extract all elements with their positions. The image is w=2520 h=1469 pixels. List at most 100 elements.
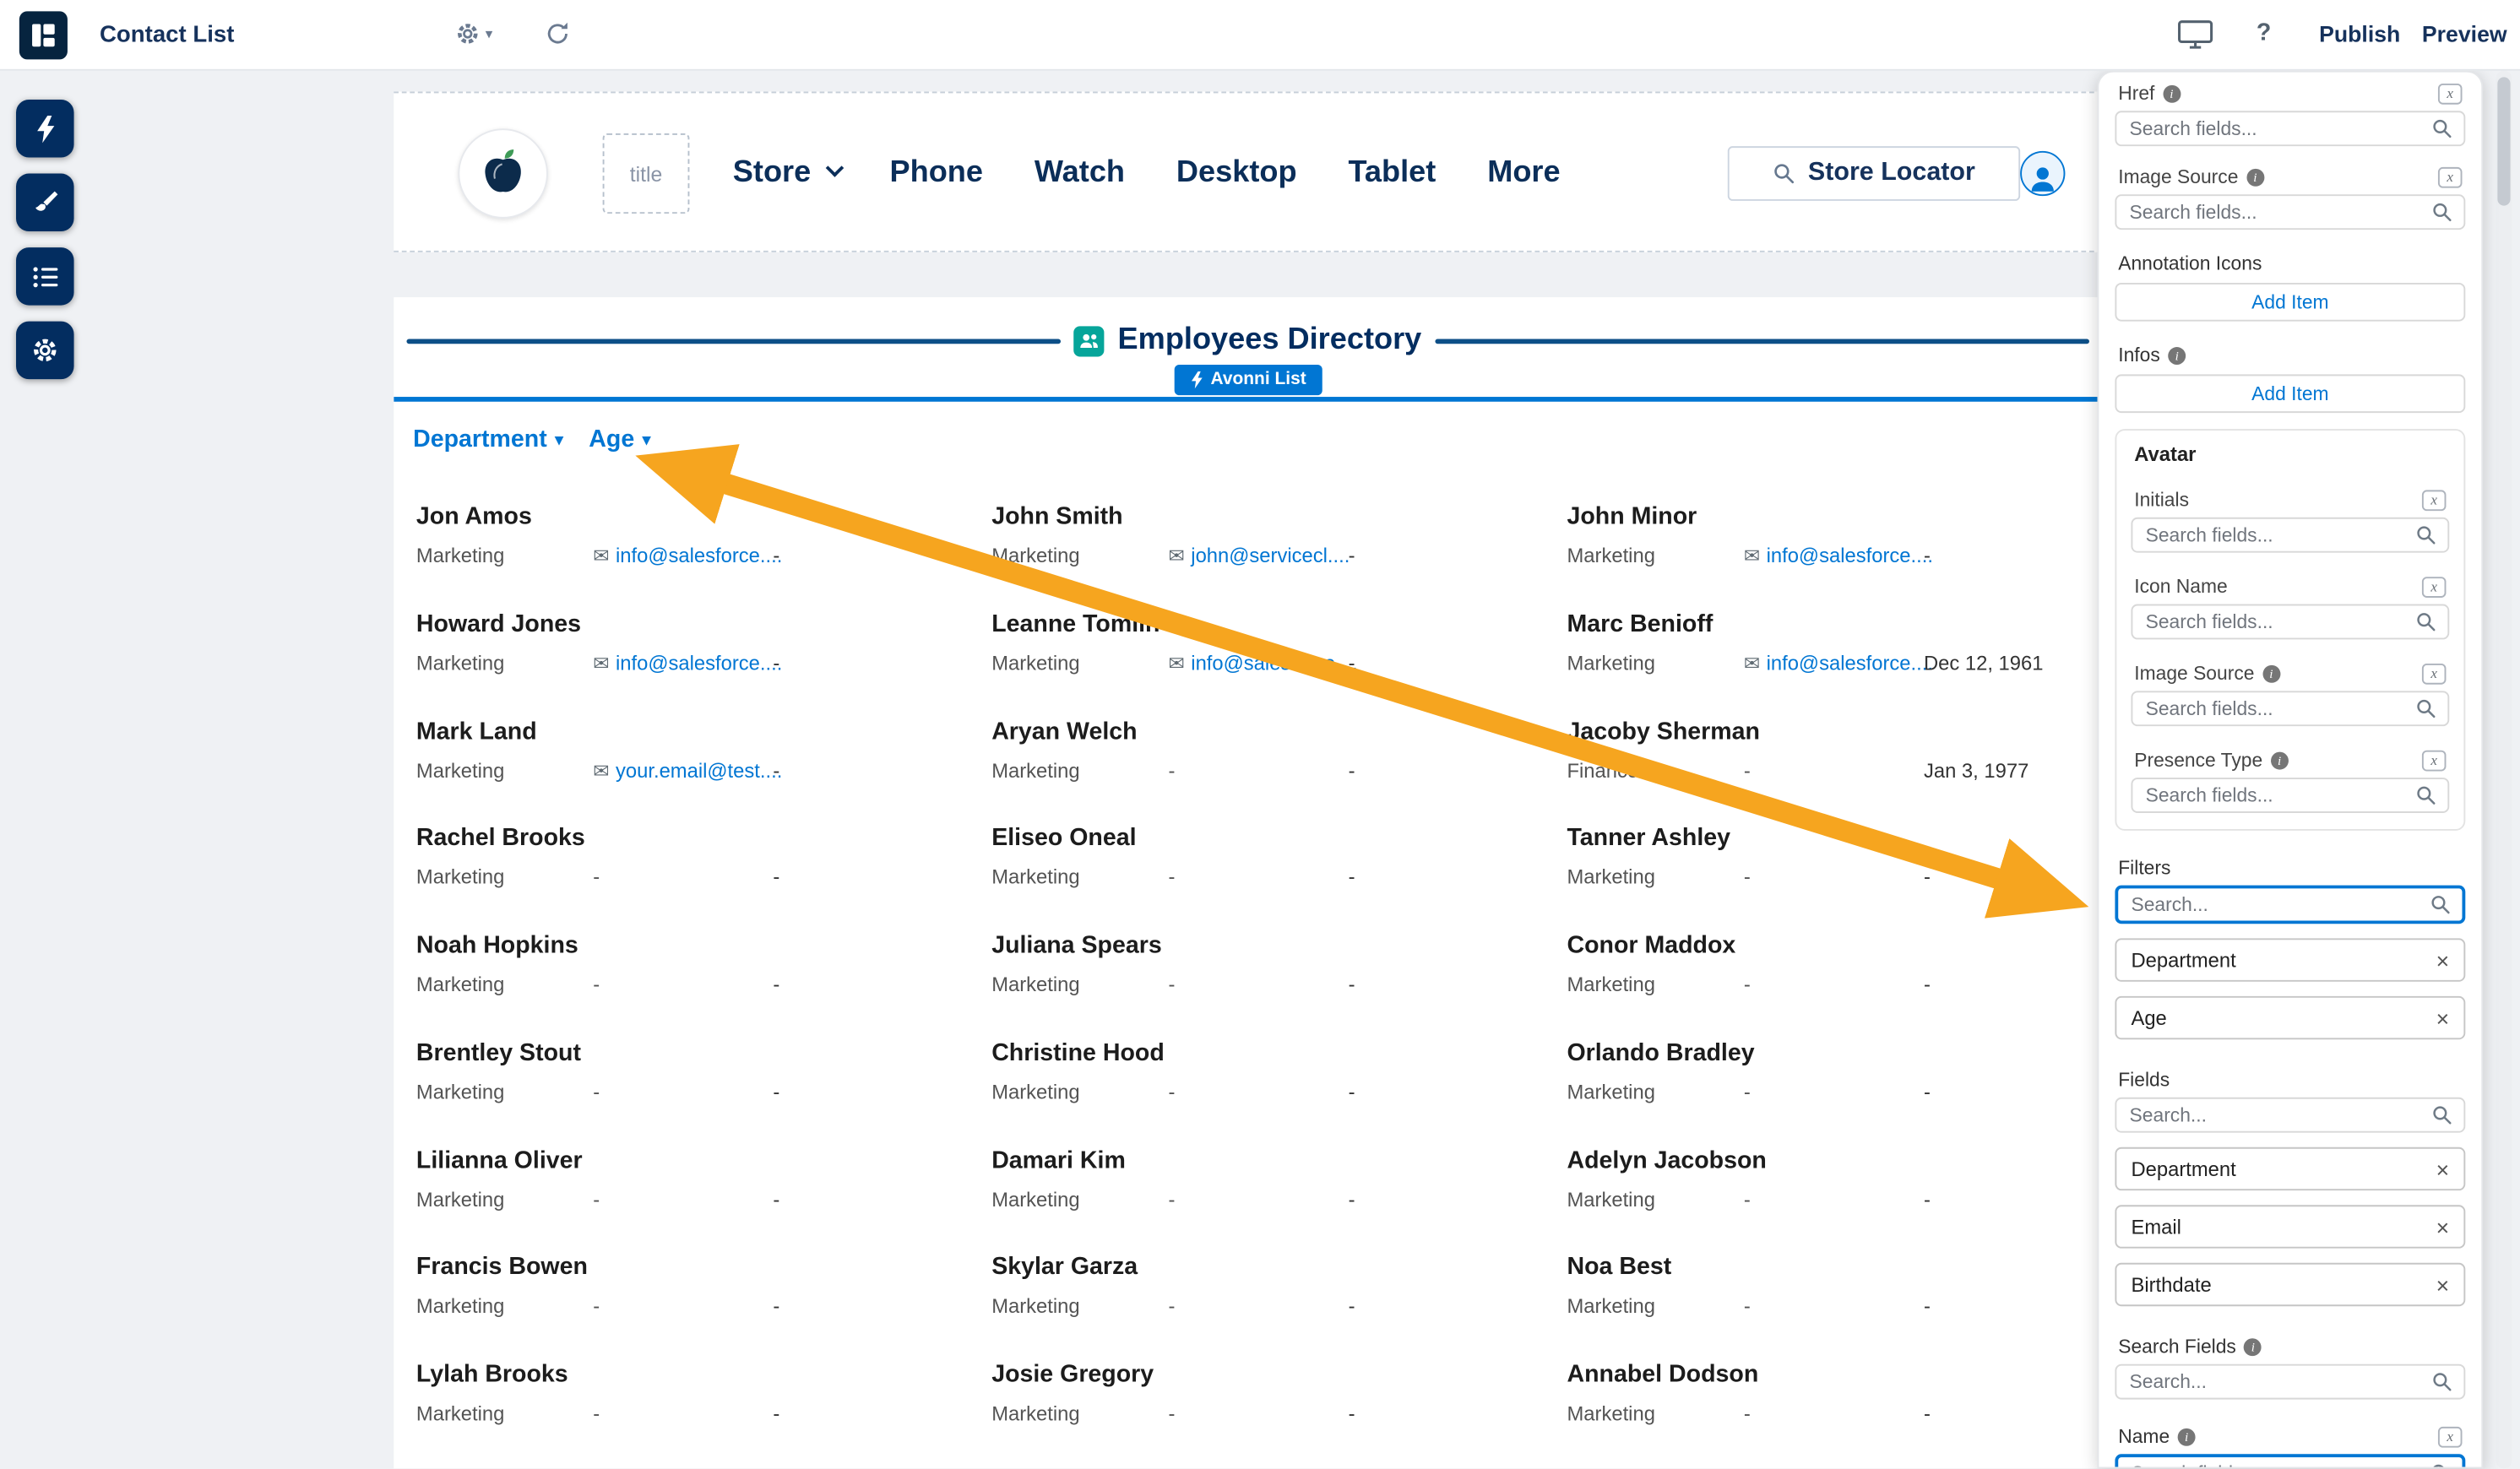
expression-icon[interactable]: x [2422, 750, 2447, 771]
href-field-row: Href i x [2115, 82, 2465, 105]
filter-chip[interactable]: Age × [2115, 996, 2465, 1039]
remove-icon[interactable]: × [2436, 1273, 2450, 1296]
employee-field3: - [1349, 972, 1567, 997]
nav-item[interactable]: Watch [1024, 156, 1134, 192]
page-structure-button[interactable] [16, 247, 74, 306]
presence-type-input[interactable] [2132, 779, 2447, 811]
employee-name: Howard Jones [416, 609, 991, 639]
expression-icon[interactable]: x [2438, 166, 2463, 187]
remove-icon[interactable]: × [2436, 1006, 2450, 1029]
filter-chip[interactable]: Department × [2115, 938, 2465, 981]
nav-item[interactable]: More [1478, 156, 1570, 192]
email-link[interactable]: info@salesforce.... [1767, 650, 1933, 675]
employee-card: Lilianna Oliver Marketing - - [416, 1145, 991, 1252]
employee-name: Conor Maddox [1567, 930, 2102, 961]
store-locator-button[interactable]: Store Locator [1728, 146, 2020, 201]
avatar-title: Avatar [2134, 443, 2196, 466]
avatar-image-source-input-wrap [2131, 691, 2449, 726]
info-icon[interactable]: i [2262, 664, 2280, 682]
envelope-icon: ✉ [593, 757, 609, 783]
avatar-image-source-input[interactable] [2132, 692, 2447, 724]
refresh-button[interactable] [545, 21, 570, 46]
filters-search-input[interactable] [2118, 888, 2462, 920]
employee-department: Marketing [991, 1079, 1168, 1104]
employee-field3: - [773, 757, 991, 783]
device-preview-button[interactable] [2178, 19, 2213, 50]
employee-name: Christine Hood [991, 1038, 1567, 1068]
employee-name: Adelyn Jacobson [1567, 1145, 2102, 1175]
employee-department: Marketing [991, 1401, 1168, 1426]
settings-button[interactable] [16, 322, 74, 380]
preview-button[interactable]: Preview [2422, 21, 2507, 46]
components-button[interactable] [16, 100, 74, 158]
expression-icon[interactable]: x [2438, 83, 2463, 104]
component-selection-border [394, 397, 2102, 401]
remove-icon[interactable]: × [2436, 1157, 2450, 1180]
search-fields-input[interactable] [2116, 1366, 2463, 1398]
infos-label: Infos [2118, 344, 2160, 366]
nav-item[interactable]: Tablet [1339, 156, 1446, 192]
info-icon[interactable]: i [2163, 84, 2181, 102]
employee-card: Noa Best Marketing - - [1567, 1252, 2102, 1359]
name-input[interactable] [2118, 1457, 2462, 1468]
user-avatar[interactable] [2020, 151, 2065, 196]
field-chip[interactable]: Email × [2115, 1205, 2465, 1248]
info-icon[interactable]: i [2244, 1337, 2262, 1355]
image-source-input[interactable] [2116, 196, 2463, 228]
field-chip[interactable]: Birthdate × [2115, 1263, 2465, 1306]
email-link[interactable]: info@salesforce.... [1191, 650, 1357, 675]
initials-input[interactable] [2132, 519, 2447, 551]
people-icon [1074, 325, 1105, 355]
icon-name-input[interactable] [2132, 605, 2447, 637]
info-icon[interactable]: i [2246, 168, 2264, 186]
fields-search-input[interactable] [2116, 1099, 2463, 1131]
nav-item[interactable]: Phone [880, 156, 992, 192]
info-icon[interactable]: i [2271, 751, 2289, 769]
expression-icon[interactable]: x [2438, 1426, 2463, 1447]
site-logo [458, 128, 548, 219]
page-settings-button[interactable]: ▾ [455, 21, 493, 46]
expression-icon[interactable]: x [2422, 663, 2447, 684]
employee-field2: - [1169, 1401, 1349, 1426]
expression-icon[interactable]: x [2422, 576, 2447, 597]
list-filter-button[interactable]: Department▾ [413, 426, 563, 453]
employee-department: Marketing [1567, 1293, 1743, 1319]
employee-department: Marketing [416, 972, 593, 997]
employee-grid: Jon Amos Marketing ✉info@salesforce.... … [416, 501, 2102, 1469]
info-icon[interactable]: i [2178, 1428, 2196, 1445]
email-link[interactable]: info@salesforce.... [616, 543, 782, 568]
employee-card: John Minor Marketing ✉info@salesforce...… [1567, 501, 2102, 609]
theme-button[interactable] [16, 174, 74, 232]
employee-field3: - [773, 650, 991, 675]
employee-field3: - [773, 1079, 991, 1104]
publish-button[interactable]: Publish [2319, 21, 2400, 46]
remove-icon[interactable]: × [2436, 1216, 2450, 1239]
apple-logo-icon [479, 148, 527, 199]
email-link[interactable]: info@salesforce.... [1767, 543, 1933, 568]
email-link[interactable]: info@salesforce.... [616, 650, 782, 675]
scrollbar-thumb[interactable] [2497, 77, 2510, 205]
page-scrollbar[interactable] [2496, 71, 2512, 1469]
employee-department: Marketing [991, 1293, 1168, 1319]
email-link[interactable]: john@servicecl.... [1191, 543, 1350, 568]
component-badge[interactable]: Avonni List [1174, 365, 1322, 395]
nav-item[interactable]: Store [723, 156, 848, 192]
email-link[interactable]: your.email@test.... [616, 757, 782, 783]
field-chip[interactable]: Department × [2115, 1147, 2465, 1190]
info-icon[interactable]: i [2168, 346, 2186, 364]
employee-field2: - [1169, 972, 1349, 997]
nav-item[interactable]: Desktop [1167, 156, 1307, 192]
image-source-input-wrap [2115, 194, 2465, 230]
expression-icon[interactable]: x [2422, 489, 2447, 510]
remove-icon[interactable]: × [2436, 949, 2450, 972]
help-button[interactable]: ? [2257, 19, 2271, 46]
builder-logo-icon [19, 11, 68, 59]
list-filter-button[interactable]: Age▾ [589, 426, 650, 453]
add-annotation-icon-button[interactable]: Add Item [2115, 283, 2465, 322]
initials-label: Initials [2134, 489, 2189, 512]
employee-card: Skylar Garza Marketing - - [991, 1252, 1567, 1359]
add-info-button[interactable]: Add Item [2115, 374, 2465, 413]
href-input[interactable] [2116, 112, 2463, 144]
builder-topbar: Contact List ▾ ? Publish Preview [0, 0, 2520, 71]
title-placeholder[interactable]: title [603, 133, 690, 214]
